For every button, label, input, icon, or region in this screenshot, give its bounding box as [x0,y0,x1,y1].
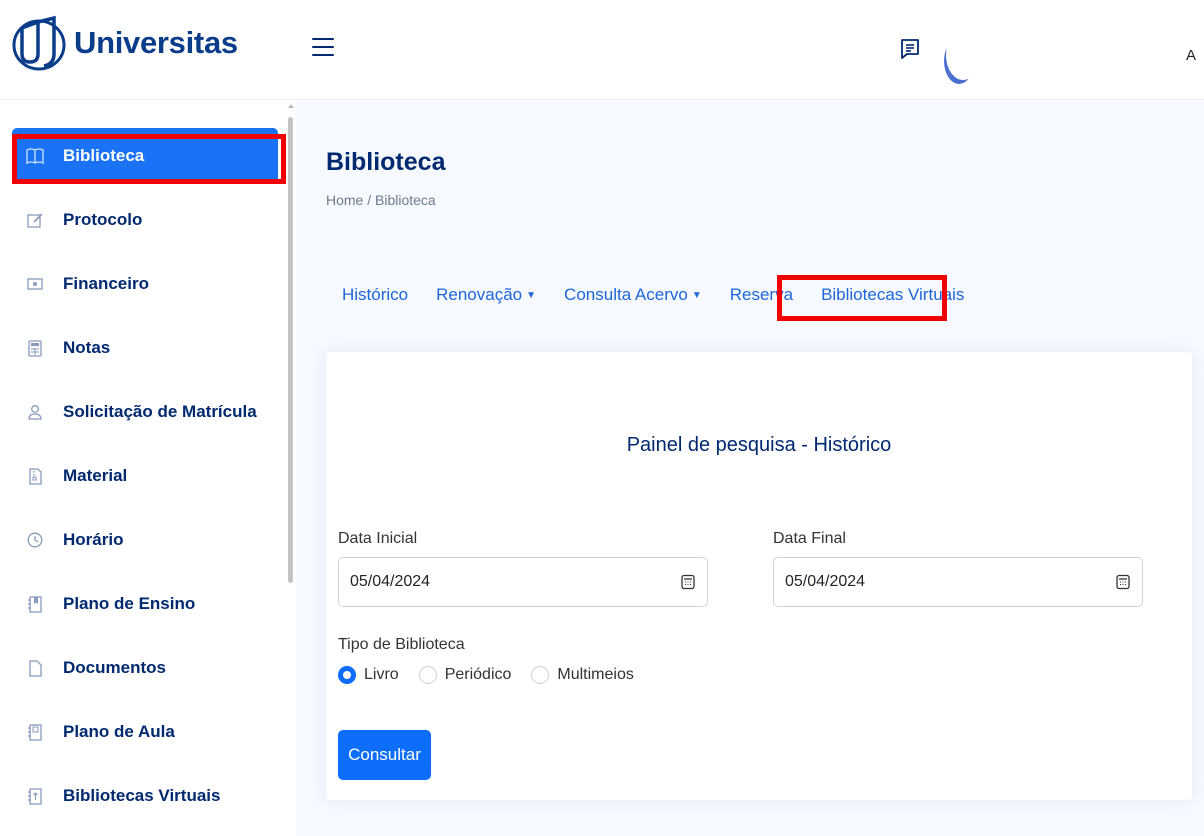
scroll-up-arrow-icon[interactable] [288,104,294,108]
sidebar-item-protocolo[interactable]: Protocolo [12,192,278,248]
sidebar-item-plano-ensino[interactable]: Plano de Ensino [12,576,278,632]
calculator-icon [26,339,44,357]
edit-icon [26,211,44,229]
file-icon [26,659,44,677]
book-icon [26,147,44,165]
tab-reserva[interactable]: Reserva [730,285,793,305]
top-header: Universitas A [0,0,1204,100]
consultar-button[interactable]: Consultar [338,730,431,780]
money-icon [26,275,44,293]
calendar-icon[interactable] [1116,574,1130,590]
tab-renovacao[interactable]: Renovação ▼ [436,285,536,305]
sidebar-item-solicitacao-matricula[interactable]: Solicitação de Matrícula [12,384,278,440]
menu-toggle-icon[interactable] [312,38,334,58]
search-panel-card: Painel de pesquisa - Histórico Data Inic… [326,352,1192,800]
sidebar-item-material[interactable]: Material [12,448,278,504]
breadcrumb[interactable]: Home / Biblioteca [326,192,436,208]
tab-historico[interactable]: Histórico [342,285,408,305]
journal-icon [26,723,44,741]
radio-dot[interactable] [418,666,437,684]
file-zip-icon [26,467,44,485]
sidebar-scroll-thumb[interactable] [288,117,293,583]
tipo-biblioteca-label: Tipo de Biblioteca [338,636,465,653]
journal-arrow-icon [26,787,44,805]
sidebar-item-notas[interactable]: Notas [12,320,278,376]
sidebar-item-horario[interactable]: Horário [12,512,278,568]
tab-consulta-acervo[interactable]: Consulta Acervo ▼ [564,285,702,305]
tipo-biblioteca-radio-group: Livro Periódico Multimeios [338,666,654,684]
main-content: Biblioteca Home / Biblioteca Histórico R… [296,100,1204,836]
logo-text: Universitas [74,25,238,60]
tab-bibliotecas-virtuais[interactable]: Bibliotecas Virtuais [821,285,964,305]
radio-livro[interactable]: Livro [338,666,399,684]
sidebar-item-bibliotecas-virtuais[interactable]: Bibliotecas Virtuais [12,768,278,824]
panel-title: Painel de pesquisa - Histórico [626,434,892,456]
app-window: Universitas A Biblioteca Protocolo Finan… [0,0,1204,836]
logo[interactable]: Universitas [12,14,238,72]
radio-dot[interactable] [338,666,356,684]
calendar-icon[interactable] [681,574,695,590]
data-inicial-label: Data Inicial [338,530,418,547]
data-final-input[interactable]: 05/04/2024 [773,557,1143,607]
sidebar-item-financeiro[interactable]: Financeiro [12,256,278,312]
sidebar-item-biblioteca[interactable]: Biblioteca [12,128,278,184]
radio-periodico[interactable]: Periódico [418,666,511,684]
sidebar-item-documentos[interactable]: Documentos [12,640,278,696]
library-tabs: Histórico Renovação ▼ Consulta Acervo ▼ Re… [342,285,992,305]
sidebar-item-plano-aula[interactable]: Plano de Aula [12,704,278,760]
caret-down-icon: ▼ [691,290,702,302]
caret-down-icon: ▼ [526,290,537,302]
avatar[interactable] [946,30,980,80]
messages-icon[interactable] [898,37,922,61]
person-icon [26,403,44,421]
page-title: Biblioteca [326,148,446,176]
data-inicial-input[interactable]: 05/04/2024 [338,557,708,607]
journal-bookmark-icon [26,595,44,613]
sidebar: Biblioteca Protocolo Financeiro Notas So… [0,100,296,836]
clock-icon [26,531,44,549]
radio-multimeios[interactable]: Multimeios [531,666,634,684]
user-name[interactable]: A [1186,47,1196,64]
data-final-label: Data Final [773,530,846,547]
universitas-logo-icon [12,15,66,71]
radio-dot[interactable] [531,666,550,684]
